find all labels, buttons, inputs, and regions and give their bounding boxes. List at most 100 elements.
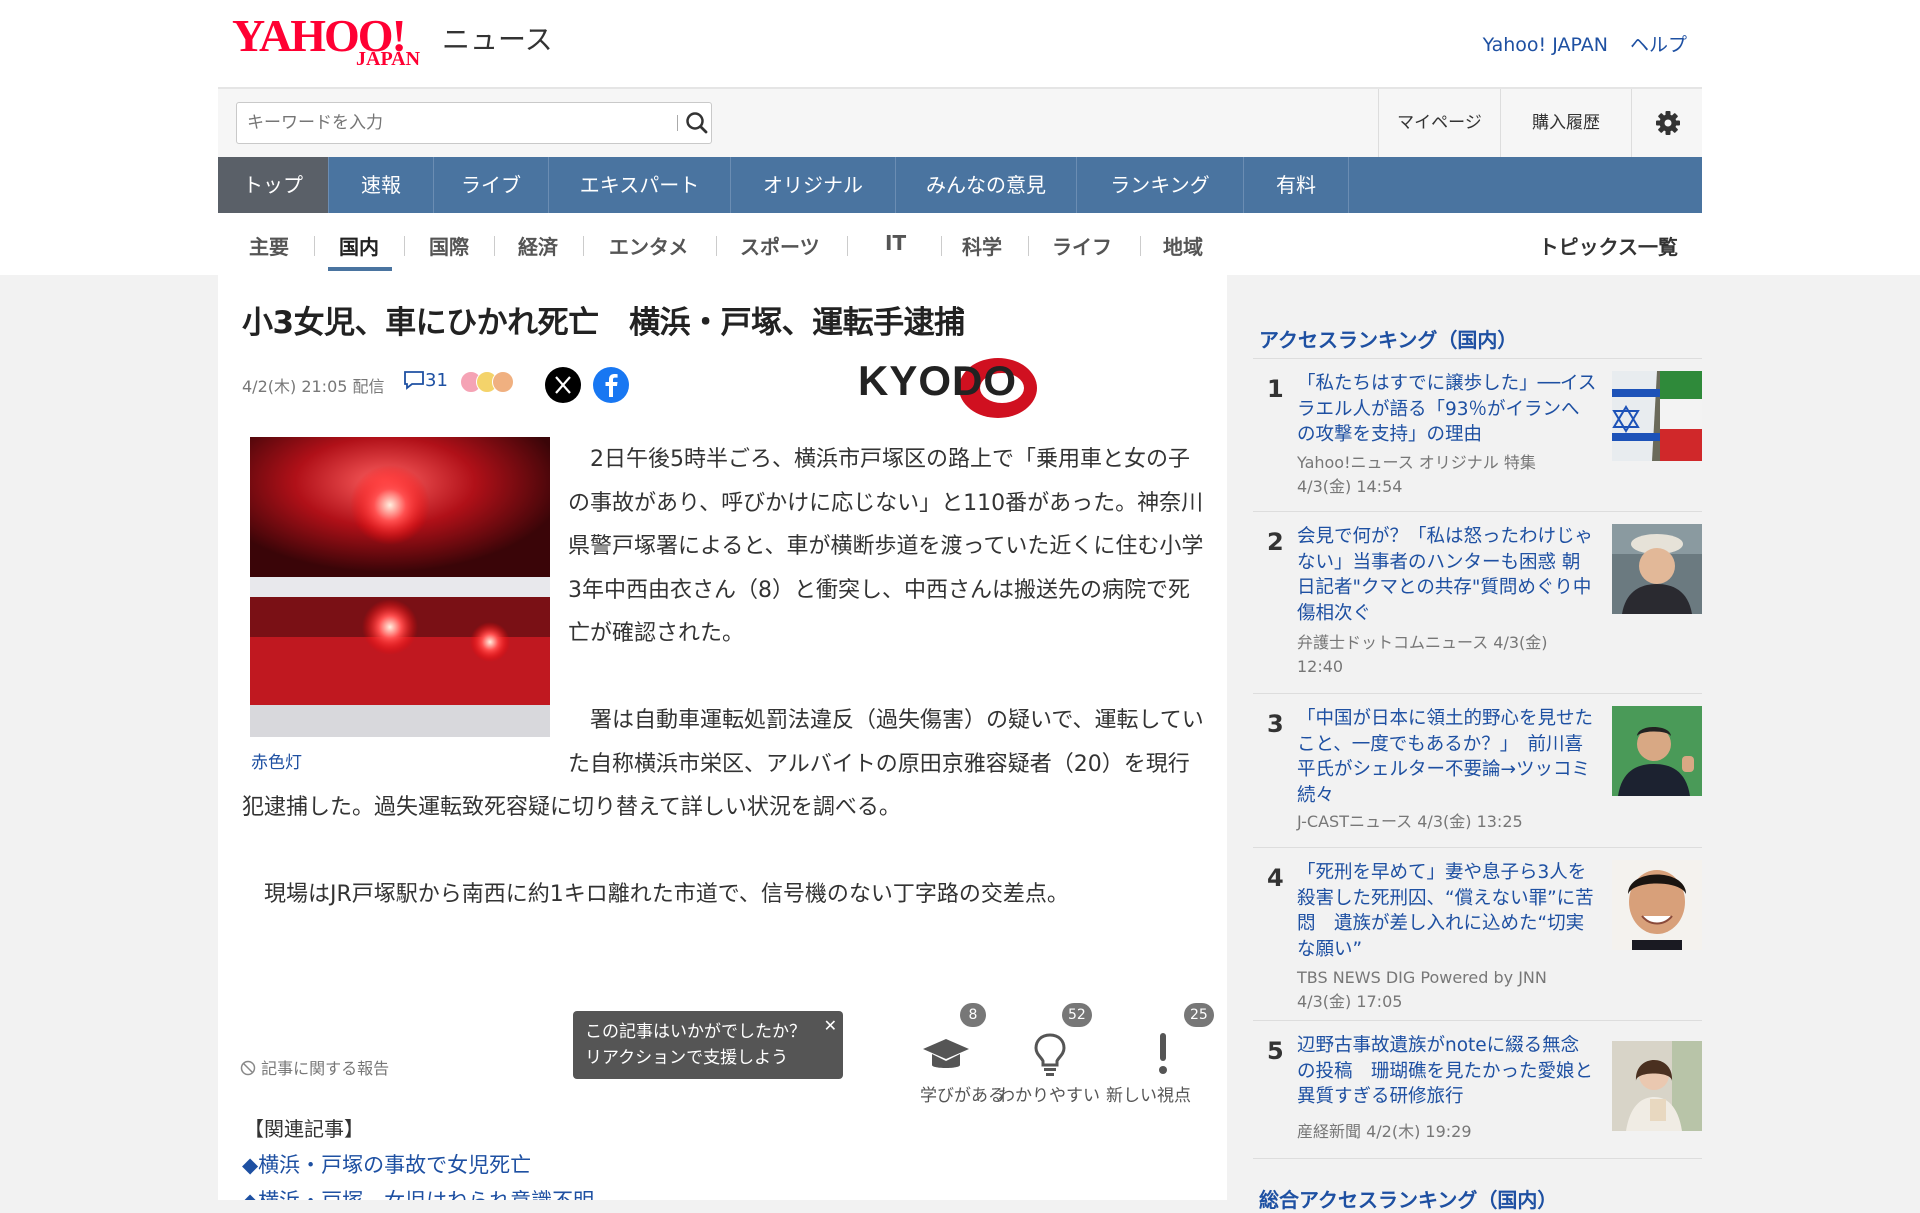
report-label: 記事に関する報告	[261, 1059, 390, 1078]
mypage-link[interactable]: マイページ	[1378, 89, 1500, 157]
category-divider	[494, 236, 495, 256]
global-nav: トップ 速報 ライブ エキスパート オリジナル みんなの意見 ランキング 有料	[218, 157, 1702, 213]
rank-title: 会見で何が？「私は怒ったわけじゃない」当事者のハンターも困惑 朝日記者"クマとの…	[1297, 526, 1594, 624]
rank-title: 「死刑を早めて」妻や息子ら3人を殺害した死刑囚、“償えない罪”に苦悶 遺族が差し…	[1297, 862, 1594, 960]
rank-thumbnail	[1612, 860, 1702, 950]
category-main[interactable]: 主要	[249, 231, 289, 260]
article-paragraph: 現場はJR戸塚駅から南西に約1キロ離れた市道で、信号機のない丁字路の交差点。	[242, 881, 1069, 907]
rank-thumbnail	[1612, 371, 1702, 461]
gnav-original[interactable]: オリジナル	[731, 157, 896, 213]
gnav-ranking[interactable]: ランキング	[1077, 157, 1244, 213]
man-speaking-image	[1612, 706, 1702, 796]
smiling-man-image	[1612, 860, 1702, 950]
gnav-opinions[interactable]: みんなの意見	[896, 157, 1077, 213]
photo-spacer	[242, 438, 568, 753]
ranking-title: アクセスランキング（国内）	[1259, 328, 1518, 352]
ranking-item[interactable]: 2 会見で何が？「私は怒ったわけじゃない」当事者のハンターも困惑 朝日記者"クマ…	[1253, 512, 1702, 693]
reaction-label: わかりやすい	[998, 1086, 1100, 1106]
reaction-tooltip: この記事はいかがでしたか？ リアクションで支援しよう ✕	[573, 1011, 843, 1079]
rank-number: 1	[1267, 375, 1284, 403]
category-entertainment[interactable]: エンタメ	[609, 231, 688, 260]
reaction-faces	[460, 371, 514, 397]
report-article-link[interactable]: 記事に関する報告	[240, 1055, 389, 1079]
overall-ranking-title: 総合アクセスランキング（国内）	[1259, 1188, 1558, 1212]
rank-title: 「私たちはすでに譲歩した」──イスラエル人が語る「93％がイランへの攻撃を支持」…	[1297, 373, 1597, 445]
reaction-label: 学びがある	[920, 1086, 1005, 1106]
category-local[interactable]: 地域	[1163, 231, 1203, 260]
comment-count: 31	[425, 370, 448, 391]
related-link[interactable]: ◆横浜・戸塚、女児はねられ意識不明	[242, 1185, 594, 1200]
rank-source: 弁護士ドットコムニュース 4/3(金)	[1297, 633, 1548, 652]
ranking-item[interactable]: 5 辺野古事故遺族がnoteに綴る無念の投稿 珊瑚礁を見たかった愛娘と異質すぎる…	[1253, 1021, 1702, 1158]
category-divider	[404, 236, 405, 256]
ranking-item[interactable]: 1 「私たちはすでに譲歩した」──イスラエル人が語る「93％がイランへの攻撃を支…	[1253, 359, 1702, 511]
ranking-item[interactable]: 3 「中国が日本に領土的野心を見せたこと、一度でもあるか？」 前川喜平氏がシェル…	[1253, 694, 1702, 847]
rank-time: 4/3(金) 17:05	[1297, 992, 1403, 1011]
category-divider	[847, 236, 848, 256]
related-link[interactable]: ◆横浜・戸塚の事故で女児死亡	[242, 1149, 531, 1179]
graduation-cap-icon	[923, 1039, 969, 1068]
gnav-top[interactable]: トップ	[218, 157, 329, 213]
category-domestic[interactable]: 国内	[339, 231, 379, 260]
x-share-button[interactable]	[545, 367, 581, 403]
rank-source: TBS NEWS DIG Powered by JNN	[1297, 968, 1547, 987]
article-date: 4/2(木) 21:05 配信	[242, 377, 385, 396]
logo-japan: JAPAN	[356, 48, 421, 70]
rank-time: 12:40	[1297, 657, 1344, 676]
comment-icon	[404, 371, 424, 390]
reaction-count-badge: 8	[960, 1003, 986, 1027]
article-body: 2日午後5時半ごろ、横浜市戸塚区の路上で「乗用車と女の子の事故があり、呼びかけに…	[242, 438, 1204, 959]
publisher-name: KYODO	[858, 357, 1018, 404]
category-divider	[583, 236, 584, 256]
rank-source: 産経新聞 4/2(木) 19:29	[1297, 1122, 1472, 1141]
category-divider	[1028, 236, 1029, 256]
exclamation-icon	[1159, 1033, 1167, 1074]
topics-list-link[interactable]: トピックス一覧	[1539, 231, 1678, 260]
comment-count-link[interactable]: 31	[403, 370, 448, 391]
yahoo-japan-link[interactable]: Yahoo! JAPAN	[1483, 34, 1608, 56]
category-divider	[941, 236, 942, 256]
facebook-share-button[interactable]	[593, 367, 629, 403]
yahoo-news-logo[interactable]: YAHOO! JAPAN ニュース	[232, 13, 553, 74]
rank-thumbnail	[1612, 524, 1702, 614]
ranking-item[interactable]: 4 「死刑を早めて」妻や息子ら3人を殺害した死刑囚、“償えない罪”に苦悶 遺族が…	[1253, 848, 1702, 1020]
reaction-label: 新しい視点	[1106, 1086, 1191, 1106]
lightbulb-icon	[1034, 1033, 1066, 1076]
search-bar-row: マイページ 購入履歴	[218, 89, 1702, 157]
category-sports[interactable]: スポーツ	[740, 231, 820, 260]
active-category-indicator	[328, 267, 392, 271]
rank-number: 5	[1267, 1037, 1284, 1065]
header-links: Yahoo! JAPAN ヘルプ	[1467, 30, 1687, 57]
woman-portrait-image	[1612, 1041, 1702, 1131]
facebook-logo-icon	[605, 374, 618, 397]
tooltip-line: この記事はいかがでしたか？	[585, 1022, 806, 1042]
help-link[interactable]: ヘルプ	[1630, 34, 1687, 56]
category-international[interactable]: 国際	[429, 231, 469, 260]
category-it[interactable]: IT	[885, 231, 906, 255]
search-box	[236, 102, 712, 144]
rank-title: 「中国が日本に領土的野心を見せたこと、一度でもあるか？」 前川喜平氏がシェルター…	[1297, 708, 1594, 806]
purchase-history-link[interactable]: 購入履歴	[1500, 89, 1631, 157]
related-heading: 【関連記事】	[244, 1117, 364, 1141]
category-economy[interactable]: 経済	[518, 231, 558, 260]
gear-icon	[1655, 111, 1680, 135]
man-with-hat-image	[1612, 524, 1702, 614]
rank-title: 辺野古事故遺族がnoteに綴る無念の投稿 珊瑚礁を見たかった愛娘と異質すぎる研修…	[1297, 1035, 1594, 1107]
ranking-divider	[1253, 1158, 1702, 1159]
search-input[interactable]	[245, 103, 649, 143]
category-divider	[716, 236, 717, 256]
rank-number: 3	[1267, 710, 1284, 738]
gnav-live[interactable]: ライブ	[434, 157, 549, 213]
reaction-count-badge: 52	[1062, 1003, 1092, 1027]
tooltip-line: リアクションで支援しよう	[585, 1048, 789, 1068]
settings-button[interactable]	[1631, 89, 1703, 157]
rank-source: J-CASTニュース 4/3(金) 13:25	[1297, 812, 1523, 831]
category-science[interactable]: 科学	[962, 231, 1002, 260]
search-button[interactable]	[683, 108, 711, 138]
gnav-breaking[interactable]: 速報	[329, 157, 434, 213]
close-icon[interactable]: ✕	[824, 1013, 837, 1039]
rank-number: 4	[1267, 864, 1284, 892]
category-life[interactable]: ライフ	[1052, 231, 1112, 260]
gnav-expert[interactable]: エキスパート	[549, 157, 731, 213]
gnav-paid[interactable]: 有料	[1244, 157, 1349, 213]
